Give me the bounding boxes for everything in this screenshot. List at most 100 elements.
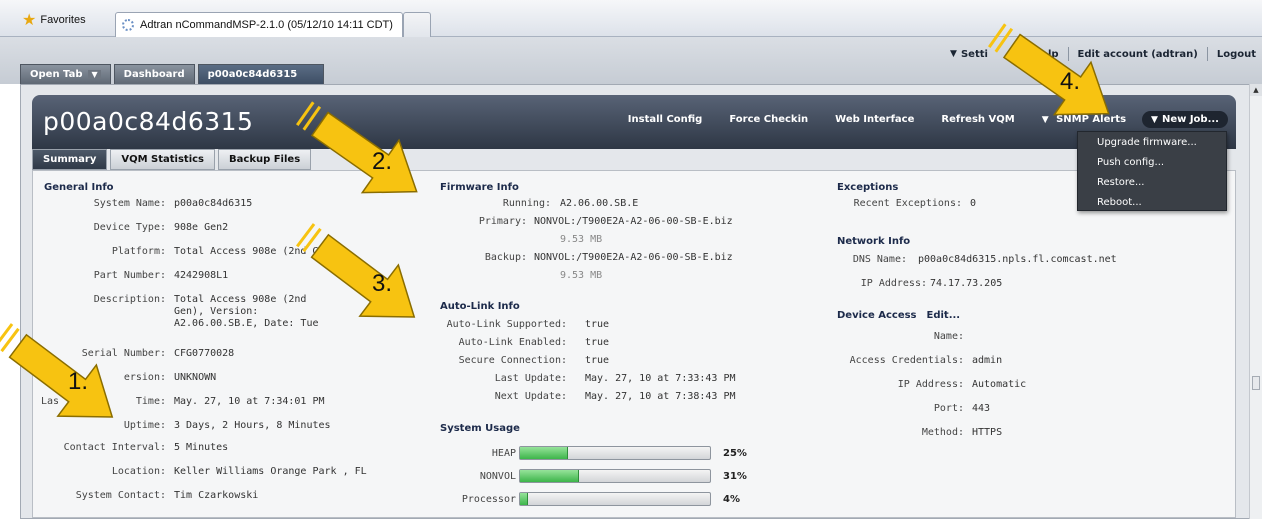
access-method-label: Method:: [921, 427, 964, 438]
dns-name-label: DNS Name:: [852, 254, 907, 265]
chevron-down-icon[interactable]: ▼: [88, 70, 101, 79]
serial-number-value: CFG0770028: [174, 348, 235, 359]
scroll-up-icon[interactable]: ▲: [1250, 84, 1262, 96]
autolink-supported-value: true: [585, 319, 610, 330]
usage-label: Processor: [461, 494, 516, 505]
access-credentials-label: Access Credentials:: [849, 355, 964, 366]
description-line-2: Gen), Version:: [174, 306, 259, 317]
exceptions-title: Exceptions: [837, 182, 899, 193]
device-panel: p00a0c84d6315 Install Config Force Check…: [20, 84, 1250, 519]
usage-percent: 4%: [723, 494, 740, 505]
system-contact-value: Tim Czarkowski: [174, 490, 259, 501]
help-link[interactable]: lp: [1048, 49, 1059, 60]
web-interface-button[interactable]: Web Interface: [835, 114, 914, 125]
secure-connection-label: Secure Connection:: [458, 355, 567, 366]
device-type-value: 908e Gen2: [174, 222, 229, 233]
favorites-button[interactable]: ★ Favorites: [22, 10, 86, 30]
uptime-label: Uptime:: [123, 420, 166, 431]
system-name-value: p00a0c84d6315: [174, 198, 253, 209]
access-credentials-value: admin: [972, 355, 1003, 366]
logout-link[interactable]: Logout: [1217, 49, 1256, 60]
vertical-scrollbar[interactable]: ▲: [1249, 84, 1262, 519]
autolink-enabled-label: Auto-Link Enabled:: [458, 337, 567, 348]
system-usage-title: System Usage: [440, 423, 520, 434]
app-tabs: Open Tab ▼ Dashboard p00a0c84d6315: [20, 64, 327, 84]
dns-name-value: p00a0c84d6315.npls.fl.comcast.net: [918, 254, 1117, 265]
caret-down-icon: ▼: [1041, 115, 1049, 125]
usage-bar: [519, 446, 711, 460]
description-line-1: Total Access 908e (2nd: [174, 294, 307, 305]
running-label: Running:: [502, 198, 551, 209]
last-time-label-end: Time:: [135, 396, 166, 407]
force-checkin-button[interactable]: Force Checkin: [729, 114, 808, 125]
firmware-info-title: Firmware Info: [440, 182, 519, 193]
device-actions: Install Config Force Checkin Web Interfa…: [601, 111, 1228, 128]
primary-label: Primary:: [478, 216, 527, 227]
account-links: ▼ Setti lp Edit account (adtran) Logout: [950, 47, 1256, 61]
platform-value: Total Access 908e (2nd Gen: [174, 246, 331, 257]
menu-push-config[interactable]: Push config...: [1078, 152, 1226, 172]
scroll-thumb[interactable]: [1252, 376, 1260, 390]
install-config-button[interactable]: Install Config: [628, 114, 703, 125]
access-port-value: 443: [972, 403, 991, 414]
device-access-edit-link[interactable]: Edit...: [927, 310, 961, 321]
new-job-menu: Upgrade firmware... Push config... Resto…: [1077, 131, 1227, 211]
new-job-button[interactable]: ▼ New Job...: [1142, 111, 1228, 128]
device-type-label: Device Type:: [93, 222, 166, 233]
recent-exceptions-label: Recent Exceptions:: [853, 198, 962, 209]
snmp-alerts-button[interactable]: ▼ SNMP Alerts: [1042, 114, 1126, 125]
caret-down-icon: ▼: [1151, 114, 1158, 125]
usage-percent: 25%: [723, 448, 747, 459]
hw-version-value: UNKNOWN: [174, 372, 217, 383]
network-ip-label: IP Address:: [860, 278, 927, 289]
next-update-value: May. 27, 10 at 7:38:43 PM: [585, 391, 736, 402]
tab-backup-files[interactable]: Backup Files: [218, 149, 312, 170]
access-port-label: Port:: [933, 403, 964, 414]
tab-summary[interactable]: Summary: [32, 149, 108, 170]
access-ip-label: IP Address:: [897, 379, 964, 390]
autolink-supported-label: Auto-Link Supported:: [446, 319, 567, 330]
edit-account-link[interactable]: Edit account (adtran): [1078, 49, 1198, 60]
system-name-label: System Name:: [93, 198, 166, 209]
settings-link[interactable]: Setti: [961, 49, 988, 60]
browser-tab-active[interactable]: Adtran nCommandMSP-2.1.0 (05/12/10 14:11…: [115, 12, 403, 37]
location-label: Location:: [111, 466, 166, 477]
serial-number-label: Serial Number:: [81, 348, 166, 359]
device-header: p00a0c84d6315 Install Config Force Check…: [32, 95, 1236, 149]
network-info-title: Network Info: [837, 236, 911, 247]
last-time-label-start: Las: [41, 396, 60, 407]
description-line-3: A2.06.00.SB.E, Date: Tue: [174, 318, 319, 329]
general-info-title: General Info: [44, 182, 114, 193]
last-update-label: Last Update:: [494, 373, 567, 384]
uptime-value: 3 Days, 2 Hours, 8 Minutes: [174, 420, 331, 431]
tab-dashboard[interactable]: Dashboard: [113, 64, 195, 84]
menu-upgrade-firmware[interactable]: Upgrade firmware...: [1078, 132, 1226, 152]
device-title: p00a0c84d6315: [43, 107, 254, 136]
next-update-label: Next Update:: [494, 391, 567, 402]
recent-exceptions-value: 0: [970, 198, 977, 209]
usage-percent: 31%: [723, 471, 747, 482]
usage-label: NONVOL: [479, 471, 516, 482]
usage-bar-fill: [520, 493, 528, 505]
device-access-title: Device Access Edit...: [837, 310, 961, 321]
hw-version-label: ersion:: [123, 372, 166, 383]
usage-label: HEAP: [491, 448, 516, 459]
loading-icon: [122, 19, 134, 31]
refresh-vqm-button[interactable]: Refresh VQM: [941, 114, 1014, 125]
autolink-info-title: Auto-Link Info: [440, 301, 520, 312]
browser-tab-title: Adtran nCommandMSP-2.1.0 (05/12/10 14:11…: [140, 19, 393, 31]
menu-reboot[interactable]: Reboot...: [1078, 192, 1226, 212]
menu-restore[interactable]: Restore...: [1078, 172, 1226, 192]
new-browser-tab[interactable]: [403, 12, 431, 37]
running-value: A2.06.00.SB.E: [560, 198, 639, 209]
backup-size: 9.53 MB: [560, 270, 603, 281]
last-update-value: May. 27, 10 at 7:33:43 PM: [585, 373, 736, 384]
contact-interval-value: 5 Minutes: [174, 442, 229, 453]
tab-vqm-statistics[interactable]: VQM Statistics: [110, 149, 216, 170]
browser-tab-strip: ★ Favorites Adtran nCommandMSP-2.1.0 (05…: [0, 0, 1262, 37]
tab-device[interactable]: p00a0c84d6315: [197, 64, 324, 84]
access-method-value: HTTPS: [972, 427, 1003, 438]
tab-open-tab[interactable]: Open Tab ▼: [20, 64, 111, 84]
backup-value: NONVOL:/T900E2A-A2-06-00-SB-E.biz: [534, 252, 733, 263]
access-ip-value: Automatic: [972, 379, 1027, 390]
